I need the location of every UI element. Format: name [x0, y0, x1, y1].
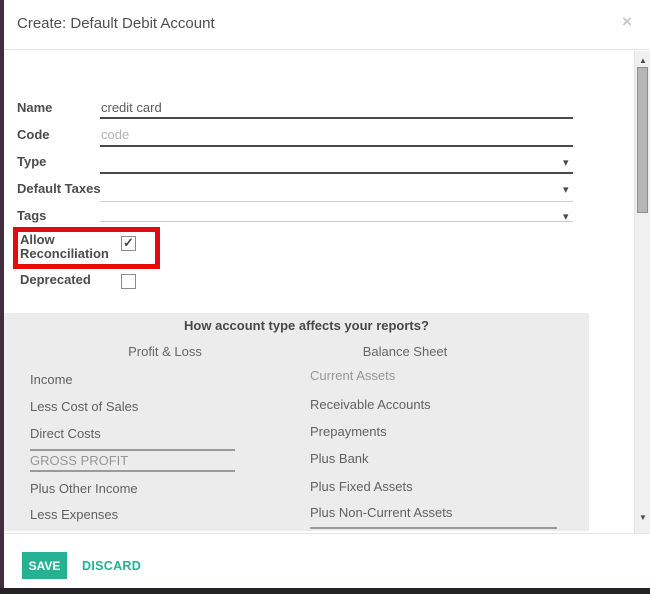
modal-title: Create: Default Debit Account: [17, 15, 215, 32]
profit-loss-column-header: Profit & Loss: [30, 344, 300, 359]
pl-item-gross-profit: GROSS PROFIT: [30, 453, 128, 468]
bs-item-plus-bank: Plus Bank: [310, 451, 369, 466]
type-label: Type: [17, 154, 46, 169]
balance-sheet-column-header: Balance Sheet: [300, 344, 510, 359]
default-taxes-dropdown-caret-icon[interactable]: ▾: [563, 185, 569, 196]
default-taxes-label: Default Taxes: [17, 181, 101, 196]
type-dropdown-caret-icon[interactable]: ▾: [563, 158, 569, 169]
pl-item-less-cost-of-sales: Less Cost of Sales: [30, 399, 138, 414]
allow-reconciliation-label: Allow Reconciliation: [20, 233, 124, 261]
screenshot-root: Create: Default Debit Account × Name cre…: [0, 0, 650, 594]
bs-item-prepayments: Prepayments: [310, 424, 387, 439]
deprecated-checkbox[interactable]: [121, 274, 136, 289]
vertical-scrollbar[interactable]: ▲ ▼: [634, 51, 650, 533]
checkmark-icon: ✓: [123, 235, 134, 251]
help-panel-title: How account type affects your reports?: [14, 318, 599, 333]
allow-reconciliation-checkbox[interactable]: ✓: [121, 236, 136, 251]
save-button[interactable]: SAVE: [22, 552, 67, 579]
name-underline: [100, 117, 573, 119]
bs-item-current-assets: Current Assets: [310, 368, 395, 383]
name-input[interactable]: credit card: [101, 100, 162, 115]
scroll-up-icon[interactable]: ▲: [635, 57, 650, 65]
scrollbar-thumb[interactable]: [637, 67, 648, 213]
bs-item-receivable-accounts: Receivable Accounts: [310, 397, 431, 412]
bs-item-plus-fixed-assets: Plus Fixed Assets: [310, 479, 413, 494]
page-backdrop-bottom: [0, 588, 650, 594]
pl-item-direct-costs: Direct Costs: [30, 426, 101, 441]
create-account-modal: Create: Default Debit Account × Name cre…: [4, 0, 650, 588]
modal-header: Create: Default Debit Account ×: [4, 0, 650, 50]
bs-item-plus-non-current-assets: Plus Non-Current Assets: [310, 505, 452, 520]
pl-item-income: Income: [30, 372, 73, 387]
tags-underline: [100, 221, 573, 222]
code-underline: [100, 145, 573, 147]
pl-item-less-expenses: Less Expenses: [30, 507, 118, 522]
pl-item-plus-other-income: Plus Other Income: [30, 481, 138, 496]
type-underline: [100, 172, 573, 174]
account-type-help-panel: How account type affects your reports? P…: [4, 313, 589, 531]
non-current-assets-line: [310, 527, 557, 529]
modal-body: Name credit card Code code Type ▾ Defaul…: [4, 51, 634, 533]
discard-button[interactable]: DISCARD: [82, 559, 141, 573]
code-input[interactable]: code: [101, 127, 129, 142]
deprecated-label: Deprecated: [20, 272, 91, 287]
default-taxes-underline: [100, 201, 573, 202]
gross-profit-bottom-line: [30, 470, 235, 472]
modal-footer: SAVE DISCARD: [4, 533, 650, 588]
tags-label: Tags: [17, 208, 46, 223]
gross-profit-top-line: [30, 449, 235, 451]
scroll-down-icon[interactable]: ▼: [635, 514, 650, 522]
code-label: Code: [17, 127, 50, 142]
name-label: Name: [17, 100, 52, 115]
close-icon[interactable]: ×: [622, 13, 632, 30]
